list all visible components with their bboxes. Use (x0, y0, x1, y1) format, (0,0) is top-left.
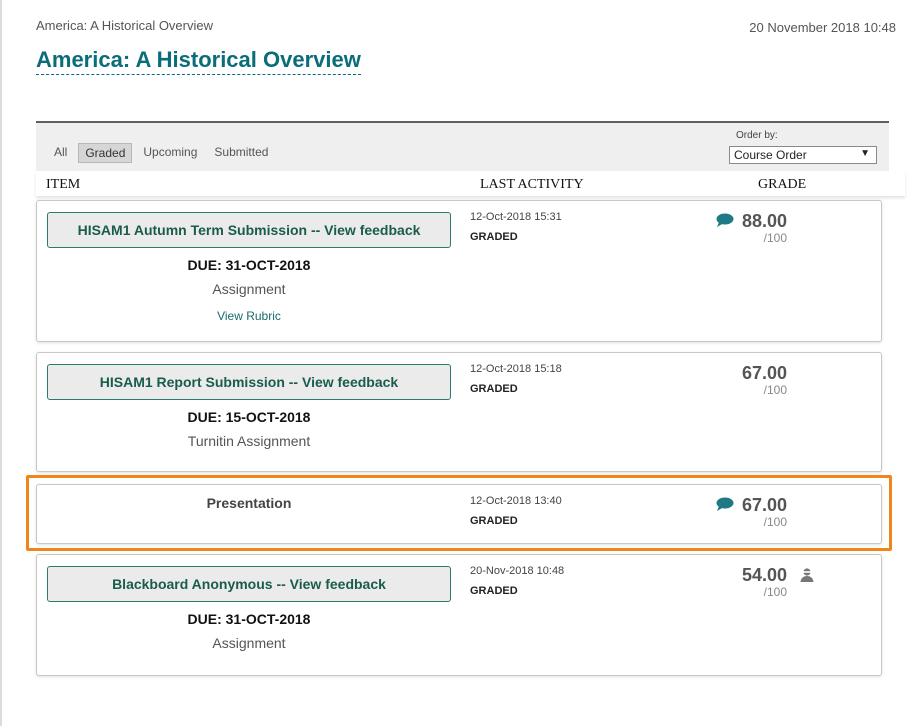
view-feedback-button[interactable]: Blackboard Anonymous -- View feedback (47, 566, 451, 602)
comment-bubble-icon[interactable] (716, 213, 734, 227)
grade-max: /100 (763, 383, 787, 397)
activity-date: 12-Oct-2018 15:18 (470, 363, 562, 375)
activity-status: GRADED (470, 231, 518, 243)
filter-graded[interactable]: Graded (78, 143, 133, 163)
grade-score: 67.00 (741, 363, 787, 383)
left-border (0, 0, 2, 726)
due-date: DUE: 15-OCT-2018 (187, 409, 311, 425)
view-rubric-link[interactable]: View Rubric (47, 309, 451, 323)
column-last-activity: LAST ACTIVITY (480, 177, 584, 192)
activity-date: 20-Nov-2018 10:48 (470, 565, 565, 577)
due-date: DUE: 31-OCT-2018 (187, 257, 311, 273)
grade-item-card: Blackboard Anonymous -- View feedback DU… (36, 554, 882, 676)
item-name[interactable]: Presentation (47, 495, 451, 511)
filter-all[interactable]: All (48, 143, 73, 163)
activity-date: 12-Oct-2018 13:40 (470, 495, 562, 507)
order-by-select[interactable]: Course Order ▼ (729, 146, 877, 164)
grade-item-card: Presentation 12-Oct-2018 13:40 GRADED 67… (36, 484, 882, 544)
item-type: Turnitin Assignment (187, 433, 311, 449)
column-header: ITEM LAST ACTIVITY GRADE (36, 172, 905, 196)
page-title[interactable]: America: A Historical Overview (36, 47, 361, 75)
grade-score: 54.00 (741, 565, 787, 585)
due-date: DUE: 31-OCT-2018 (187, 611, 311, 627)
filter-tabs: All Graded Upcoming Submitted (48, 143, 279, 163)
grade-item-card: HISAM1 Autumn Term Submission -- View fe… (36, 200, 882, 342)
filter-upcoming[interactable]: Upcoming (137, 143, 203, 163)
item-type: Assignment (212, 635, 286, 651)
activity-status: GRADED (470, 383, 518, 395)
filter-bar: All Graded Upcoming Submitted Order by: … (36, 121, 889, 171)
anonymous-user-icon (800, 568, 814, 582)
grade-max: /100 (763, 585, 787, 599)
grade-max: /100 (763, 515, 787, 529)
column-item: ITEM (46, 177, 81, 192)
order-by-value: Course Order (734, 148, 807, 162)
breadcrumb: America: A Historical Overview (36, 18, 213, 33)
activity-date: 12-Oct-2018 15:31 (470, 211, 562, 223)
grade-score: 88.00 (741, 211, 787, 231)
comment-bubble-icon[interactable] (716, 497, 734, 511)
activity-status: GRADED (470, 515, 518, 527)
view-feedback-button[interactable]: HISAM1 Autumn Term Submission -- View fe… (47, 212, 451, 248)
order-by-label: Order by: (736, 130, 778, 141)
filter-submitted[interactable]: Submitted (208, 143, 274, 163)
dropdown-caret-icon: ▼ (860, 148, 870, 159)
current-timestamp: 20 November 2018 10:48 (749, 20, 896, 35)
item-type: Assignment (212, 281, 286, 297)
grade-max: /100 (763, 231, 787, 245)
view-feedback-button[interactable]: HISAM1 Report Submission -- View feedbac… (47, 364, 451, 400)
grade-score: 67.00 (741, 495, 787, 515)
column-grade: GRADE (758, 177, 807, 192)
grade-item-card: HISAM1 Report Submission -- View feedbac… (36, 352, 882, 472)
activity-status: GRADED (470, 585, 518, 597)
